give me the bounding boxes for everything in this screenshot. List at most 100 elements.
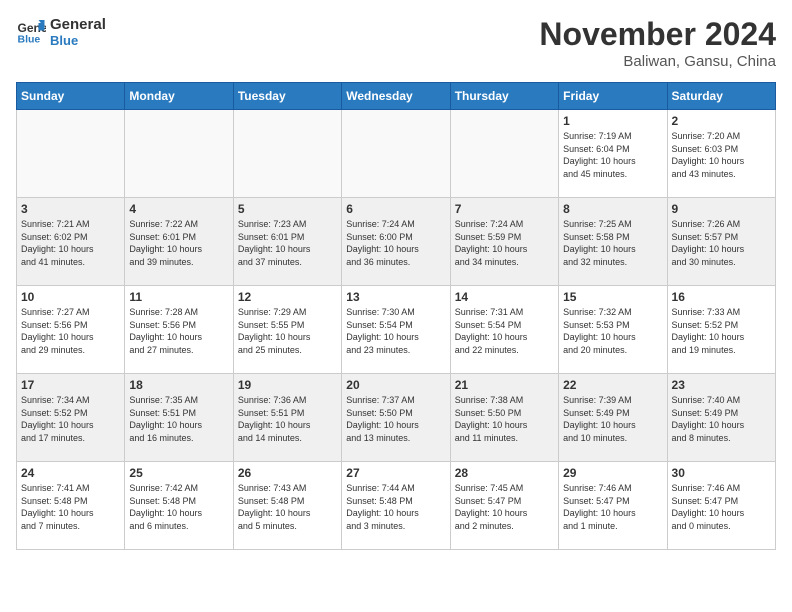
day-number: 18 bbox=[129, 378, 228, 392]
day-info: Sunrise: 7:34 AM Sunset: 5:52 PM Dayligh… bbox=[21, 394, 120, 444]
week-row-1: 1 Sunrise: 7:19 AM Sunset: 6:04 PM Daylig… bbox=[17, 110, 776, 198]
day-info: Sunrise: 7:33 AM Sunset: 5:52 PM Dayligh… bbox=[672, 306, 771, 356]
day-number: 14 bbox=[455, 290, 554, 304]
day-cell: 26 Sunrise: 7:43 AM Sunset: 5:48 PM Dayli… bbox=[233, 462, 341, 550]
day-cell: 17 Sunrise: 7:34 AM Sunset: 5:52 PM Dayli… bbox=[17, 374, 125, 462]
day-number: 19 bbox=[238, 378, 337, 392]
day-cell: 30 Sunrise: 7:46 AM Sunset: 5:47 PM Dayli… bbox=[667, 462, 775, 550]
logo-blue: Blue bbox=[50, 33, 106, 48]
header-tuesday: Tuesday bbox=[233, 83, 341, 110]
day-number: 25 bbox=[129, 466, 228, 480]
week-row-3: 10 Sunrise: 7:27 AM Sunset: 5:56 PM Dayli… bbox=[17, 286, 776, 374]
day-number: 26 bbox=[238, 466, 337, 480]
day-cell: 22 Sunrise: 7:39 AM Sunset: 5:49 PM Dayli… bbox=[559, 374, 667, 462]
day-info: Sunrise: 7:36 AM Sunset: 5:51 PM Dayligh… bbox=[238, 394, 337, 444]
day-cell: 10 Sunrise: 7:27 AM Sunset: 5:56 PM Dayli… bbox=[17, 286, 125, 374]
location: Baliwan, Gansu, China bbox=[539, 53, 776, 70]
day-cell: 8 Sunrise: 7:25 AM Sunset: 5:58 PM Daylig… bbox=[559, 198, 667, 286]
day-info: Sunrise: 7:21 AM Sunset: 6:02 PM Dayligh… bbox=[21, 218, 120, 268]
day-info: Sunrise: 7:40 AM Sunset: 5:49 PM Dayligh… bbox=[672, 394, 771, 444]
day-number: 27 bbox=[346, 466, 445, 480]
logo-icon: General Blue bbox=[16, 17, 46, 47]
day-info: Sunrise: 7:46 AM Sunset: 5:47 PM Dayligh… bbox=[672, 482, 771, 532]
day-cell: 13 Sunrise: 7:30 AM Sunset: 5:54 PM Dayli… bbox=[342, 286, 450, 374]
day-cell: 23 Sunrise: 7:40 AM Sunset: 5:49 PM Dayli… bbox=[667, 374, 775, 462]
day-cell: 28 Sunrise: 7:45 AM Sunset: 5:47 PM Dayli… bbox=[450, 462, 558, 550]
day-number: 11 bbox=[129, 290, 228, 304]
day-number: 30 bbox=[672, 466, 771, 480]
day-number: 23 bbox=[672, 378, 771, 392]
day-info: Sunrise: 7:20 AM Sunset: 6:03 PM Dayligh… bbox=[672, 130, 771, 180]
day-number: 28 bbox=[455, 466, 554, 480]
day-number: 29 bbox=[563, 466, 662, 480]
week-row-2: 3 Sunrise: 7:21 AM Sunset: 6:02 PM Daylig… bbox=[17, 198, 776, 286]
header-friday: Friday bbox=[559, 83, 667, 110]
day-info: Sunrise: 7:39 AM Sunset: 5:49 PM Dayligh… bbox=[563, 394, 662, 444]
day-cell: 11 Sunrise: 7:28 AM Sunset: 5:56 PM Dayli… bbox=[125, 286, 233, 374]
day-cell: 18 Sunrise: 7:35 AM Sunset: 5:51 PM Dayli… bbox=[125, 374, 233, 462]
day-info: Sunrise: 7:38 AM Sunset: 5:50 PM Dayligh… bbox=[455, 394, 554, 444]
day-cell: 7Sunrise: 7:24 AM Sunset: 5:59 PM Daylig… bbox=[450, 198, 558, 286]
day-info: Sunrise: 7:23 AM Sunset: 6:01 PM Dayligh… bbox=[238, 218, 337, 268]
day-info: Sunrise: 7:32 AM Sunset: 5:53 PM Dayligh… bbox=[563, 306, 662, 356]
day-number: 8 bbox=[563, 202, 662, 216]
day-number: 10 bbox=[21, 290, 120, 304]
day-number: 4 bbox=[129, 202, 228, 216]
day-number: 6 bbox=[346, 202, 445, 216]
day-info: Sunrise: 7:25 AM Sunset: 5:58 PM Dayligh… bbox=[563, 218, 662, 268]
day-info: Sunrise: 7:45 AM Sunset: 5:47 PM Dayligh… bbox=[455, 482, 554, 532]
day-cell: 19 Sunrise: 7:36 AM Sunset: 5:51 PM Dayli… bbox=[233, 374, 341, 462]
day-cell: 20 Sunrise: 7:37 AM Sunset: 5:50 PM Dayli… bbox=[342, 374, 450, 462]
day-number: 3 bbox=[21, 202, 120, 216]
day-cell: 9Sunrise: 7:26 AM Sunset: 5:57 PM Daylig… bbox=[667, 198, 775, 286]
day-number: 2 bbox=[672, 114, 771, 128]
page-header: General Blue General Blue November 2024 … bbox=[16, 16, 776, 70]
header-thursday: Thursday bbox=[450, 83, 558, 110]
day-number: 7 bbox=[455, 202, 554, 216]
day-info: Sunrise: 7:31 AM Sunset: 5:54 PM Dayligh… bbox=[455, 306, 554, 356]
day-number: 15 bbox=[563, 290, 662, 304]
day-cell: 16Sunrise: 7:33 AM Sunset: 5:52 PM Dayli… bbox=[667, 286, 775, 374]
day-cell bbox=[233, 110, 341, 198]
day-info: Sunrise: 7:44 AM Sunset: 5:48 PM Dayligh… bbox=[346, 482, 445, 532]
day-number: 13 bbox=[346, 290, 445, 304]
day-info: Sunrise: 7:27 AM Sunset: 5:56 PM Dayligh… bbox=[21, 306, 120, 356]
header-saturday: Saturday bbox=[667, 83, 775, 110]
day-cell: 2 Sunrise: 7:20 AM Sunset: 6:03 PM Daylig… bbox=[667, 110, 775, 198]
day-number: 22 bbox=[563, 378, 662, 392]
day-info: Sunrise: 7:46 AM Sunset: 5:47 PM Dayligh… bbox=[563, 482, 662, 532]
title-block: November 2024 Baliwan, Gansu, China bbox=[539, 16, 776, 70]
day-info: Sunrise: 7:30 AM Sunset: 5:54 PM Dayligh… bbox=[346, 306, 445, 356]
day-info: Sunrise: 7:26 AM Sunset: 5:57 PM Dayligh… bbox=[672, 218, 771, 268]
day-cell: 21Sunrise: 7:38 AM Sunset: 5:50 PM Dayli… bbox=[450, 374, 558, 462]
day-number: 17 bbox=[21, 378, 120, 392]
day-cell: 4 Sunrise: 7:22 AM Sunset: 6:01 PM Daylig… bbox=[125, 198, 233, 286]
day-cell: 6 Sunrise: 7:24 AM Sunset: 6:00 PM Daylig… bbox=[342, 198, 450, 286]
day-info: Sunrise: 7:24 AM Sunset: 6:00 PM Dayligh… bbox=[346, 218, 445, 268]
calendar-table: SundayMondayTuesdayWednesdayThursdayFrid… bbox=[16, 82, 776, 550]
svg-text:Blue: Blue bbox=[18, 34, 41, 46]
day-number: 20 bbox=[346, 378, 445, 392]
week-row-4: 17 Sunrise: 7:34 AM Sunset: 5:52 PM Dayli… bbox=[17, 374, 776, 462]
day-info: Sunrise: 7:19 AM Sunset: 6:04 PM Dayligh… bbox=[563, 130, 662, 180]
day-info: Sunrise: 7:22 AM Sunset: 6:01 PM Dayligh… bbox=[129, 218, 228, 268]
day-info: Sunrise: 7:41 AM Sunset: 5:48 PM Dayligh… bbox=[21, 482, 120, 532]
week-row-5: 24 Sunrise: 7:41 AM Sunset: 5:48 PM Dayli… bbox=[17, 462, 776, 550]
day-number: 12 bbox=[238, 290, 337, 304]
day-info: Sunrise: 7:37 AM Sunset: 5:50 PM Dayligh… bbox=[346, 394, 445, 444]
header-wednesday: Wednesday bbox=[342, 83, 450, 110]
header-monday: Monday bbox=[125, 83, 233, 110]
day-cell: 5Sunrise: 7:23 AM Sunset: 6:01 PM Daylig… bbox=[233, 198, 341, 286]
day-info: Sunrise: 7:35 AM Sunset: 5:51 PM Dayligh… bbox=[129, 394, 228, 444]
day-info: Sunrise: 7:28 AM Sunset: 5:56 PM Dayligh… bbox=[129, 306, 228, 356]
day-info: Sunrise: 7:29 AM Sunset: 5:55 PM Dayligh… bbox=[238, 306, 337, 356]
day-cell: 15 Sunrise: 7:32 AM Sunset: 5:53 PM Dayli… bbox=[559, 286, 667, 374]
calendar-header-row: SundayMondayTuesdayWednesdayThursdayFrid… bbox=[17, 83, 776, 110]
day-cell: 24 Sunrise: 7:41 AM Sunset: 5:48 PM Dayli… bbox=[17, 462, 125, 550]
day-cell: 12 Sunrise: 7:29 AM Sunset: 5:55 PM Dayli… bbox=[233, 286, 341, 374]
day-cell: 27 Sunrise: 7:44 AM Sunset: 5:48 PM Dayli… bbox=[342, 462, 450, 550]
day-number: 1 bbox=[563, 114, 662, 128]
day-info: Sunrise: 7:43 AM Sunset: 5:48 PM Dayligh… bbox=[238, 482, 337, 532]
day-cell bbox=[342, 110, 450, 198]
day-number: 24 bbox=[21, 466, 120, 480]
